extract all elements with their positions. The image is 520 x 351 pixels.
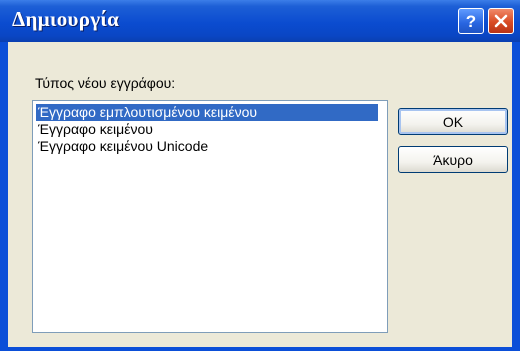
close-button[interactable] <box>488 8 514 34</box>
help-button[interactable]: ? <box>458 8 484 34</box>
close-icon <box>494 14 508 28</box>
list-item-rich-text[interactable]: Έγγραφο εμπλουτισμένου κειμένου <box>36 104 378 121</box>
dialog-body: Τύπος νέου εγγράφου: Έγγραφο εμπλουτισμέ… <box>8 42 512 347</box>
dialog-window: Δημιουργία ? Τύπος νέου εγγράφου: Έγγραφ… <box>0 0 520 351</box>
document-type-listbox[interactable]: Έγγραφο εμπλουτισμένου κειμένου Έγγραφο … <box>32 100 388 333</box>
list-item-text[interactable]: Έγγραφο κειμένου <box>36 121 155 138</box>
cancel-button[interactable]: Άκυρο <box>398 146 508 173</box>
document-type-label: Τύπος νέου εγγράφου: <box>35 75 176 91</box>
svg-text:?: ? <box>466 12 476 30</box>
question-mark-icon: ? <box>466 12 476 30</box>
window-frame-bottom <box>0 347 520 351</box>
window-frame-right <box>512 42 520 351</box>
list-item-unicode-text[interactable]: Έγγραφο κειμένου Unicode <box>36 138 210 155</box>
window-frame-left <box>0 42 8 351</box>
window-title: Δημιουργία <box>12 7 120 31</box>
title-bar[interactable]: Δημιουργία ? <box>0 0 520 42</box>
ok-button[interactable]: OK <box>398 108 508 135</box>
